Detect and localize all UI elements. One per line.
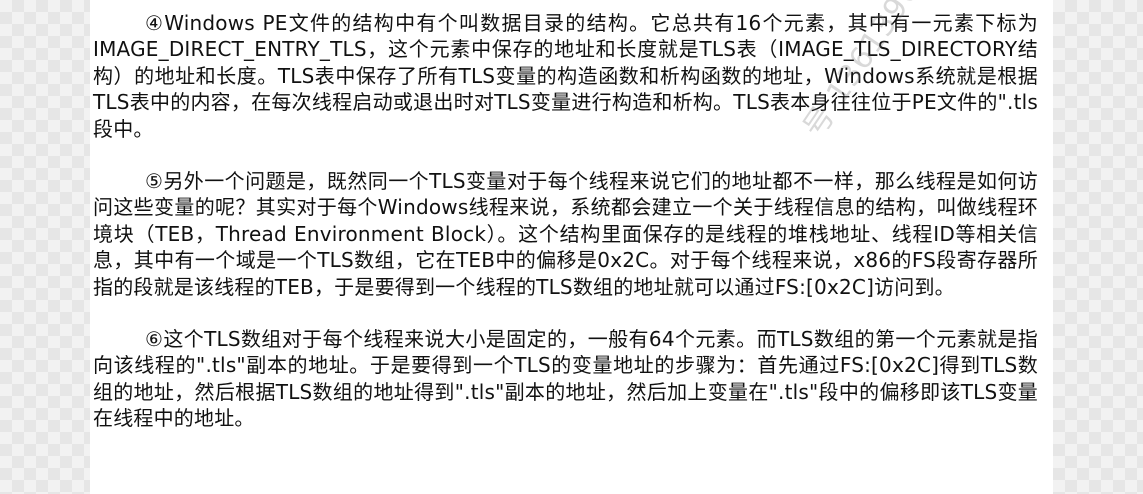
right-background-pattern <box>1053 0 1143 494</box>
paragraph-6: ⑥这个TLS数组对于每个线程来说大小是固定的，一般有64个元素。而TLS数组的第… <box>93 327 1038 431</box>
document-body: ④Windows PE文件的结构中有个叫数据目录的结构。它总共有16个元素，其中… <box>93 10 1038 458</box>
left-background-pattern <box>0 0 90 494</box>
paragraph-5: ⑤另外一个问题是，既然同一个TLS变量对于每个线程来说它们的地址都不一样，那么线… <box>93 169 1038 299</box>
